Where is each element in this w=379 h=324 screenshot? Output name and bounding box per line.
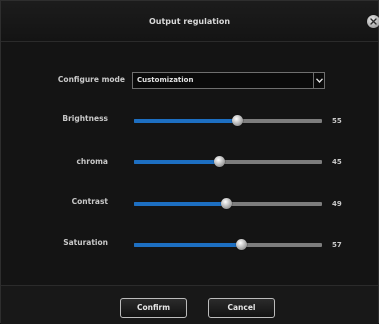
slider-thumb[interactable] bbox=[213, 156, 225, 167]
slider-thumb[interactable] bbox=[236, 239, 248, 250]
contrast-label: Contrast bbox=[71, 197, 108, 206]
chroma-label: chroma bbox=[76, 157, 108, 166]
contrast-value: 49 bbox=[332, 200, 342, 208]
cancel-button[interactable]: Cancel bbox=[208, 298, 275, 318]
configure-mode-label: Configure mode bbox=[57, 75, 125, 84]
brightness-slider[interactable] bbox=[134, 114, 322, 128]
dialog-titlebar: Output regulation bbox=[1, 1, 379, 42]
saturation-slider[interactable] bbox=[134, 238, 322, 252]
contrast-slider[interactable] bbox=[134, 197, 322, 211]
close-button[interactable] bbox=[367, 15, 379, 28]
slider-fill bbox=[134, 243, 242, 247]
brightness-value: 55 bbox=[332, 117, 342, 125]
chroma-slider[interactable] bbox=[134, 155, 322, 169]
saturation-value: 57 bbox=[332, 241, 342, 249]
dialog-title: Output regulation bbox=[148, 17, 231, 26]
slider-thumb[interactable] bbox=[232, 115, 244, 126]
slider-fill bbox=[134, 119, 238, 123]
output-regulation-dialog: Output regulation Configure mode Customi… bbox=[0, 0, 379, 324]
confirm-button[interactable]: Confirm bbox=[120, 298, 187, 318]
configure-mode-value: Customization bbox=[137, 76, 194, 84]
chevron-down-icon bbox=[316, 78, 323, 83]
close-x-icon bbox=[370, 18, 377, 25]
brightness-label: Brightness bbox=[62, 114, 108, 123]
dialog-footer bbox=[1, 285, 378, 324]
configure-mode-select[interactable]: Customization bbox=[132, 72, 325, 89]
slider-fill bbox=[134, 202, 227, 206]
slider-fill bbox=[134, 160, 219, 164]
chroma-value: 45 bbox=[332, 158, 342, 166]
slider-thumb[interactable] bbox=[221, 198, 233, 209]
saturation-label: Saturation bbox=[63, 238, 108, 247]
dropdown-arrow-button[interactable] bbox=[313, 73, 324, 88]
